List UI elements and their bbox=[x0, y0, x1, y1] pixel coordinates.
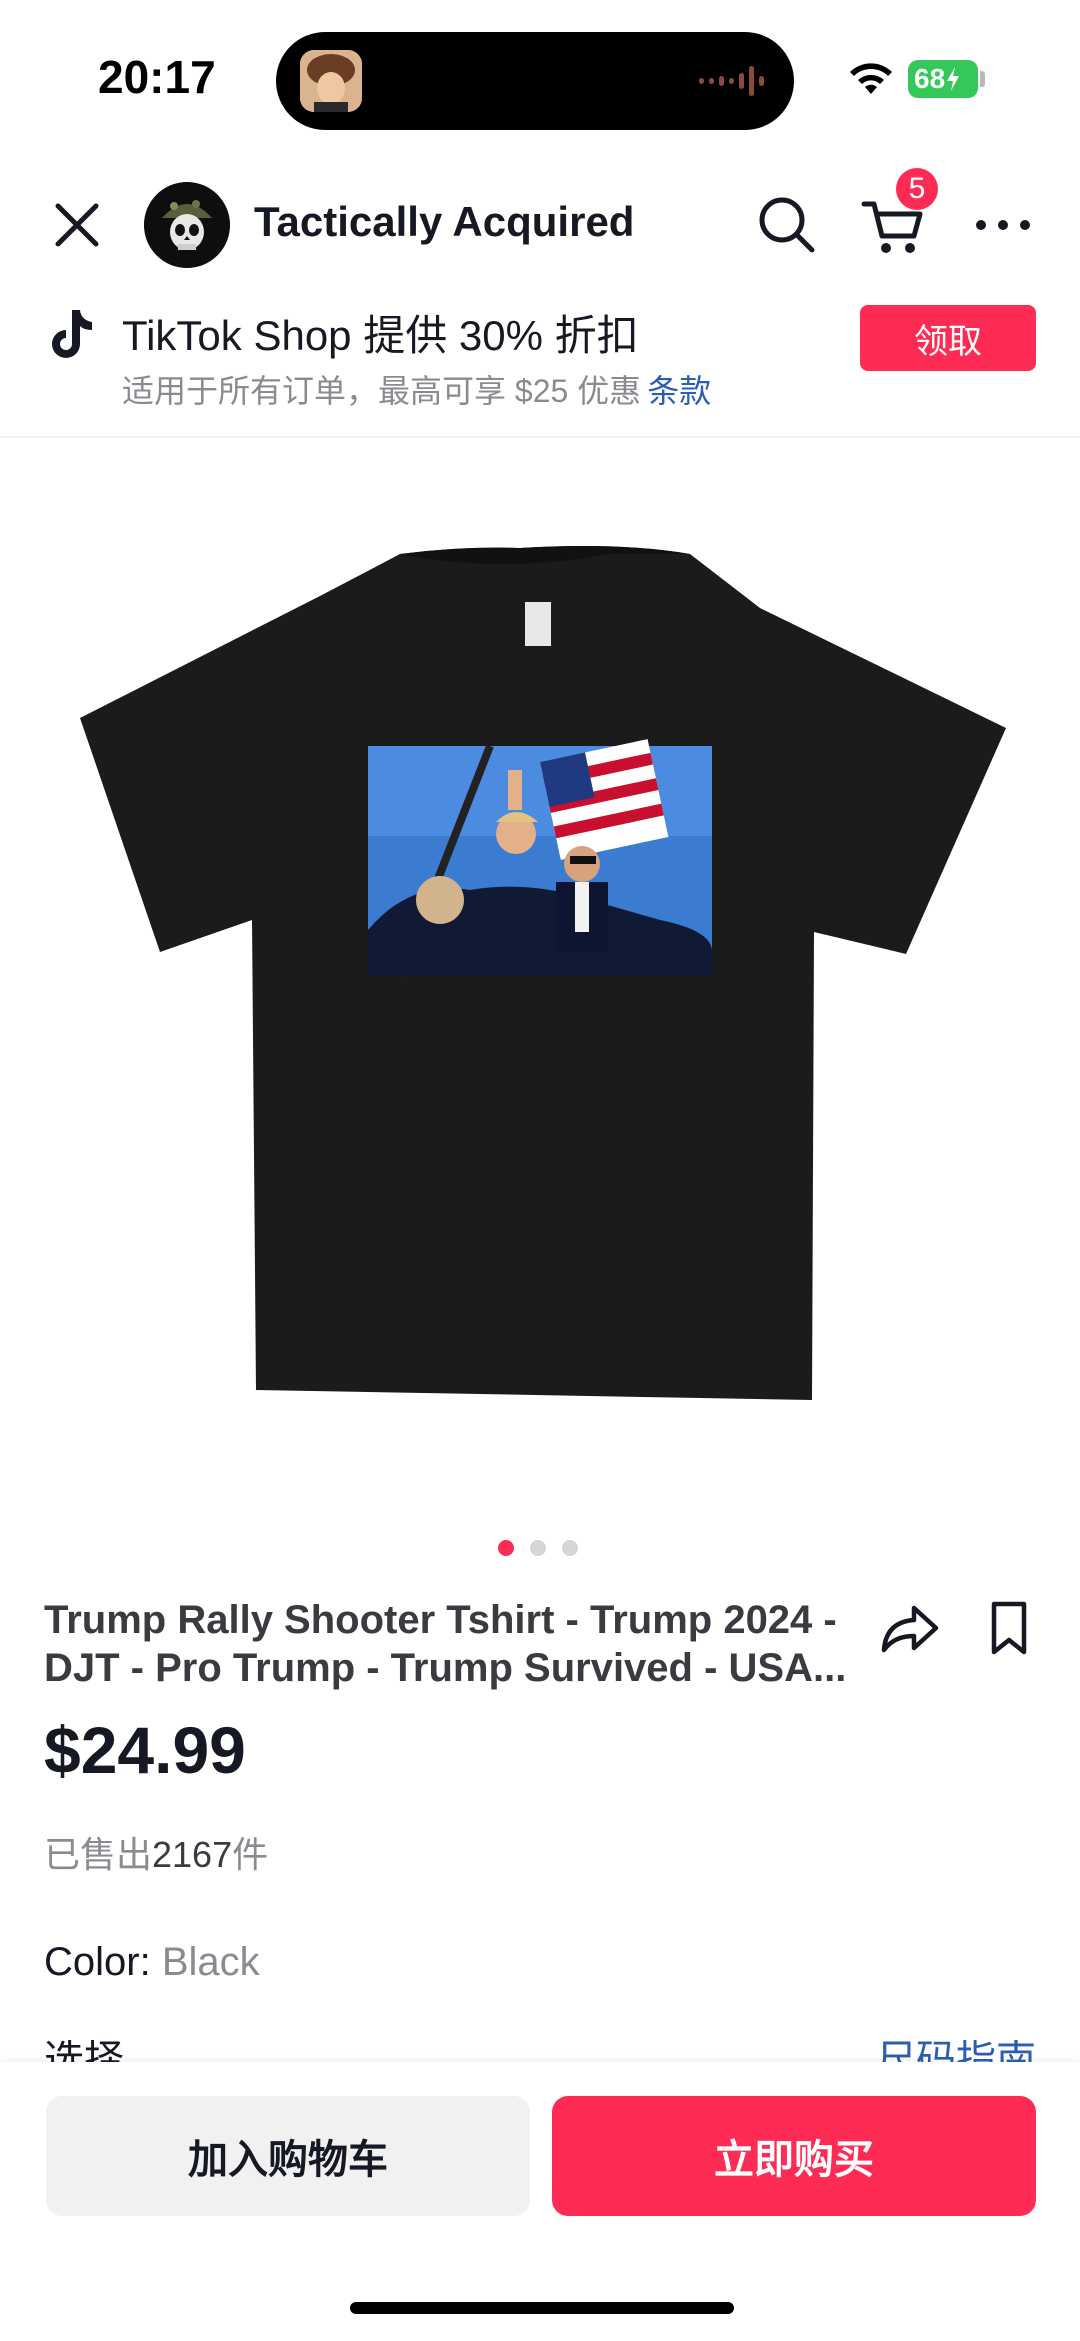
pagination-dot[interactable] bbox=[498, 1540, 514, 1556]
product-title: Trump Rally Shooter Tshirt - Trump 2024 … bbox=[44, 1598, 847, 1690]
close-icon[interactable] bbox=[48, 196, 106, 254]
select-row[interactable]: 选择 尺码指南 bbox=[44, 2040, 1036, 2062]
island-avatar bbox=[300, 50, 362, 112]
battery-charging-icon: 68 bbox=[908, 60, 978, 98]
shop-name[interactable]: Tactically Acquired bbox=[254, 198, 634, 246]
battery-cap bbox=[980, 71, 985, 87]
color-label: Color: bbox=[44, 1940, 151, 1984]
divider bbox=[0, 436, 1080, 438]
sold-prefix: 已售出 bbox=[44, 1834, 153, 1875]
pagination-dot[interactable] bbox=[530, 1540, 546, 1556]
home-indicator[interactable] bbox=[350, 2302, 734, 2314]
shirt-print-photo bbox=[368, 739, 712, 978]
promo-subtitle: 适用于所有订单，最高可享 $25 优惠 条款 bbox=[122, 366, 711, 412]
cart-count-badge: 5 bbox=[896, 168, 938, 210]
promo-subtitle-text: 适用于所有订单，最高可享 $25 优惠 bbox=[122, 373, 642, 409]
status-time: 20:17 bbox=[98, 51, 216, 103]
size-guide-link[interactable]: 尺码指南 bbox=[876, 2040, 1036, 2062]
sold-suffix: 件 bbox=[232, 1834, 269, 1875]
more-icon[interactable] bbox=[968, 190, 1038, 260]
promo-title: TikTok Shop 提供 30% 折扣 bbox=[122, 312, 639, 359]
add-to-cart-button[interactable]: 加入购物车 bbox=[46, 2096, 530, 2216]
sold-number: 2167 bbox=[152, 1834, 233, 1875]
bookmark-icon[interactable] bbox=[980, 1598, 1038, 1656]
shop-avatar[interactable] bbox=[144, 182, 230, 268]
select-label: 选择 bbox=[44, 2040, 124, 2062]
promo-terms-link[interactable]: 条款 bbox=[647, 373, 711, 409]
audio-wave-icon bbox=[699, 64, 764, 98]
battery-level: 68 bbox=[914, 63, 946, 94]
product-image[interactable] bbox=[60, 540, 1020, 1420]
claim-button[interactable]: 领取 bbox=[860, 305, 1036, 371]
color-value: Black bbox=[161, 1940, 260, 1984]
pagination-dot[interactable] bbox=[562, 1540, 578, 1556]
tiktok-logo-icon bbox=[52, 310, 92, 358]
sold-count: 已售出2167件 bbox=[44, 1826, 268, 1878]
dynamic-island[interactable] bbox=[276, 32, 794, 130]
wifi-icon bbox=[850, 63, 892, 94]
share-icon[interactable] bbox=[878, 1596, 942, 1660]
color-row[interactable]: Color: Black bbox=[44, 1940, 260, 1985]
buy-now-button[interactable]: 立即购买 bbox=[552, 2096, 1036, 2216]
search-icon[interactable] bbox=[752, 190, 822, 260]
product-price: $24.99 bbox=[44, 1713, 246, 1787]
image-pagination[interactable] bbox=[498, 1540, 578, 1556]
